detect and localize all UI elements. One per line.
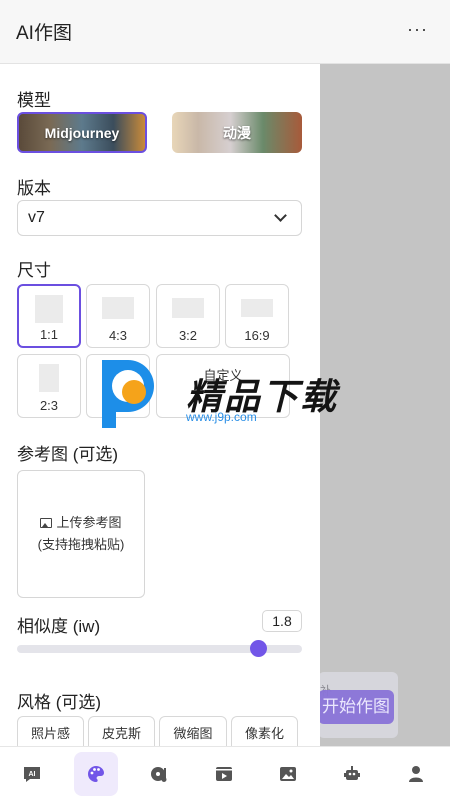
nav-profile[interactable] xyxy=(394,752,438,796)
nav-video[interactable] xyxy=(202,752,246,796)
style-label: 风格 (可选) xyxy=(17,693,102,712)
slider-thumb[interactable] xyxy=(250,640,268,657)
size-option-label: 自定义 xyxy=(203,368,243,383)
style-chip[interactable]: 像素化 xyxy=(231,716,298,746)
size-option-label: 16 xyxy=(110,398,126,413)
ai-chat-icon: AI xyxy=(24,767,40,782)
start-drawing-button[interactable]: 开始作图 xyxy=(318,690,394,724)
nav-music[interactable] xyxy=(138,752,182,796)
more-options-button[interactable]: ··· xyxy=(407,20,428,38)
svg-text:AI: AI xyxy=(29,771,36,778)
bottom-nav: AI xyxy=(0,746,450,800)
palette-icon xyxy=(88,766,104,782)
size-option-16-9[interactable]: 16:9 xyxy=(225,284,289,348)
image-icon xyxy=(40,518,53,528)
upload-hint: (支持拖拽粘贴) xyxy=(37,537,125,552)
settings-panel: 模型 Midjourney 动漫 版本 v7 尺寸 1:1 4:3 3:2 16… xyxy=(0,64,320,746)
size-option-label: 2:3 xyxy=(39,398,59,413)
nav-image[interactable] xyxy=(266,752,310,796)
video-icon xyxy=(216,767,232,781)
ratio-shape xyxy=(110,364,126,392)
robot-icon xyxy=(344,766,360,780)
size-option-label: 16:9 xyxy=(244,328,270,343)
similarity-label: 相似度 (iw) xyxy=(17,617,101,636)
upload-text: 上传参考图 xyxy=(56,515,122,530)
overlay-backdrop xyxy=(320,64,450,746)
similarity-value[interactable]: 1.8 xyxy=(262,610,302,632)
nav-drawing[interactable] xyxy=(74,752,118,796)
music-icon xyxy=(151,767,167,782)
ratio-shape xyxy=(241,299,273,317)
size-option-2-3[interactable]: 2:3 xyxy=(17,354,81,418)
reference-label: 参考图 (可选) xyxy=(17,445,119,464)
style-chip[interactable]: 照片感 xyxy=(17,716,84,746)
nav-robot[interactable] xyxy=(330,752,374,796)
image-icon xyxy=(280,767,296,781)
size-option-label: 3:2 xyxy=(178,328,198,343)
page-title: AI作图 xyxy=(16,23,72,44)
ratio-shape xyxy=(172,298,204,318)
app-header: AI作图 ··· xyxy=(0,0,450,64)
model-name: 动漫 xyxy=(223,124,251,141)
ratio-shape xyxy=(102,297,134,319)
style-chip[interactable]: 皮克斯 xyxy=(88,716,155,746)
user-icon xyxy=(409,766,423,782)
size-option-3-2[interactable]: 3:2 xyxy=(156,284,220,348)
size-label: 尺寸 xyxy=(17,261,51,280)
version-select[interactable]: v7 xyxy=(17,200,302,236)
size-option-9-16[interactable]: 16 xyxy=(86,354,150,418)
version-label: 版本 xyxy=(17,179,51,198)
ratio-shape xyxy=(39,364,59,392)
size-option-1-1[interactable]: 1:1 xyxy=(17,284,81,348)
ratio-shape xyxy=(35,295,63,323)
nav-ai-chat[interactable]: AI xyxy=(10,752,54,796)
model-name: Midjourney xyxy=(44,124,120,141)
size-option-custom[interactable]: 自定义 xyxy=(156,354,290,418)
size-option-label: 4:3 xyxy=(108,328,128,343)
version-value: v7 xyxy=(28,209,45,226)
similarity-slider[interactable] xyxy=(17,640,302,657)
chevron-down-icon xyxy=(274,209,287,222)
reference-upload-area[interactable]: 上传参考图 (支持拖拽粘贴) xyxy=(17,470,145,598)
size-option-4-3[interactable]: 4:3 xyxy=(86,284,150,348)
model-option-anime[interactable]: 动漫 xyxy=(172,112,302,153)
style-chip[interactable]: 微缩图 xyxy=(159,716,227,746)
size-option-label: 1:1 xyxy=(39,327,59,342)
model-label: 模型 xyxy=(17,91,51,110)
model-option-midjourney[interactable]: Midjourney xyxy=(17,112,147,153)
